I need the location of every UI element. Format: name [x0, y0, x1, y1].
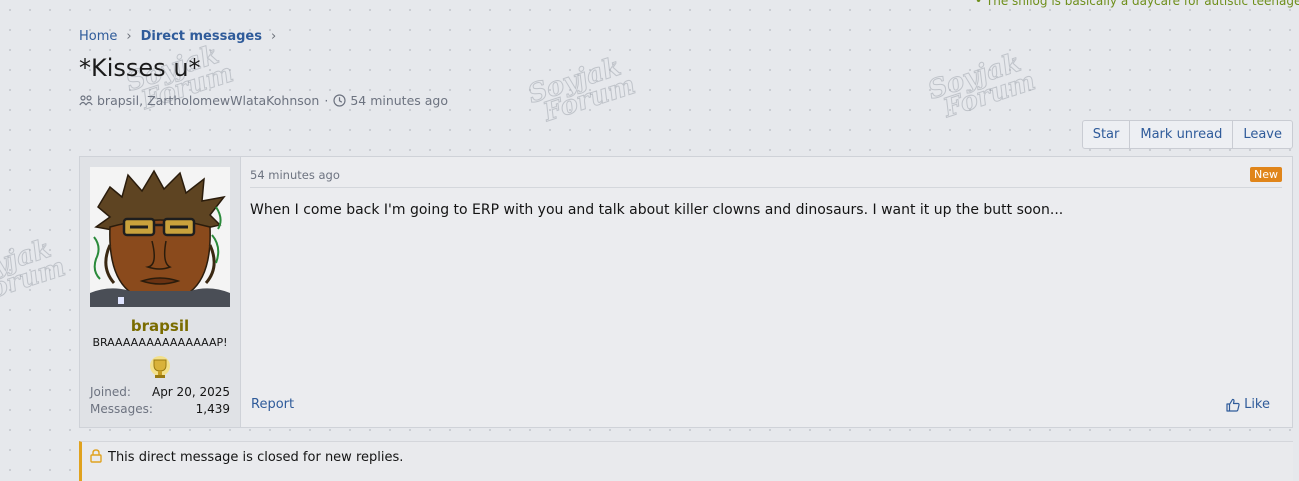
- watermark-logo: Soyjak Forum: [0, 233, 70, 310]
- thumbs-up-icon: [1226, 398, 1240, 412]
- page-title: *Kisses u*: [79, 54, 201, 82]
- report-link[interactable]: Report: [251, 397, 294, 412]
- thread-meta: brapsil, ZartholomewWlataKohnson · 54 mi…: [79, 93, 448, 108]
- lock-icon: [90, 449, 102, 463]
- watermark-logo: Soyjak Forum: [524, 51, 640, 131]
- breadcrumb-separator: ›: [126, 29, 132, 44]
- username[interactable]: brapsil: [80, 317, 240, 335]
- thread-time[interactable]: 54 minutes ago: [350, 93, 448, 108]
- messages-count[interactable]: 1,439: [196, 402, 230, 416]
- meta-dot: ·: [324, 93, 329, 108]
- like-label: Like: [1244, 397, 1270, 412]
- leave-button[interactable]: Leave: [1232, 121, 1292, 148]
- trophy-icon[interactable]: [149, 355, 171, 379]
- message-body: When I come back I'm going to ERP with y…: [250, 202, 1064, 218]
- joined-row: Joined: Apr 20, 2025: [90, 385, 230, 399]
- closed-notice-text: This direct message is closed for new re…: [108, 450, 404, 465]
- breadcrumb-direct-messages-link[interactable]: Direct messages: [141, 29, 262, 44]
- joined-date: Apr 20, 2025: [151, 385, 230, 399]
- joined-label: Joined:: [90, 385, 131, 399]
- star-button[interactable]: Star: [1083, 121, 1130, 148]
- divider: [250, 187, 1282, 188]
- breadcrumb: Home › Direct messages ›: [79, 29, 285, 44]
- avatar[interactable]: [90, 167, 230, 307]
- watermark-logo: Soyjak Forum: [924, 47, 1040, 127]
- closed-notice: This direct message is closed for new re…: [79, 441, 1293, 481]
- message: brapsil BRAAAAAAAAAAAAAAP! Joined: Apr 2…: [79, 156, 1293, 428]
- clock-icon: [333, 94, 346, 107]
- message-user-panel: brapsil BRAAAAAAAAAAAAAAP! Joined: Apr 2…: [80, 157, 241, 427]
- messages-row: Messages: 1,439: [90, 402, 230, 416]
- breadcrumb-home-link[interactable]: Home: [79, 29, 117, 44]
- user-title: BRAAAAAAAAAAAAAAP!: [92, 336, 228, 349]
- conversation-actions: Star Mark unread Leave: [1081, 120, 1293, 149]
- mark-unread-button[interactable]: Mark unread: [1129, 121, 1232, 148]
- breadcrumb-separator: ›: [271, 29, 277, 44]
- message-time[interactable]: 54 minutes ago: [250, 168, 340, 182]
- news-ticker[interactable]: • The shilog is basically a daycare for …: [975, 0, 1299, 8]
- participants-icon: [79, 95, 93, 106]
- like-button[interactable]: Like: [1226, 397, 1270, 412]
- messages-label: Messages:: [90, 402, 153, 416]
- new-badge: New: [1250, 167, 1282, 182]
- participants-list[interactable]: brapsil, ZartholomewWlataKohnson: [97, 93, 319, 108]
